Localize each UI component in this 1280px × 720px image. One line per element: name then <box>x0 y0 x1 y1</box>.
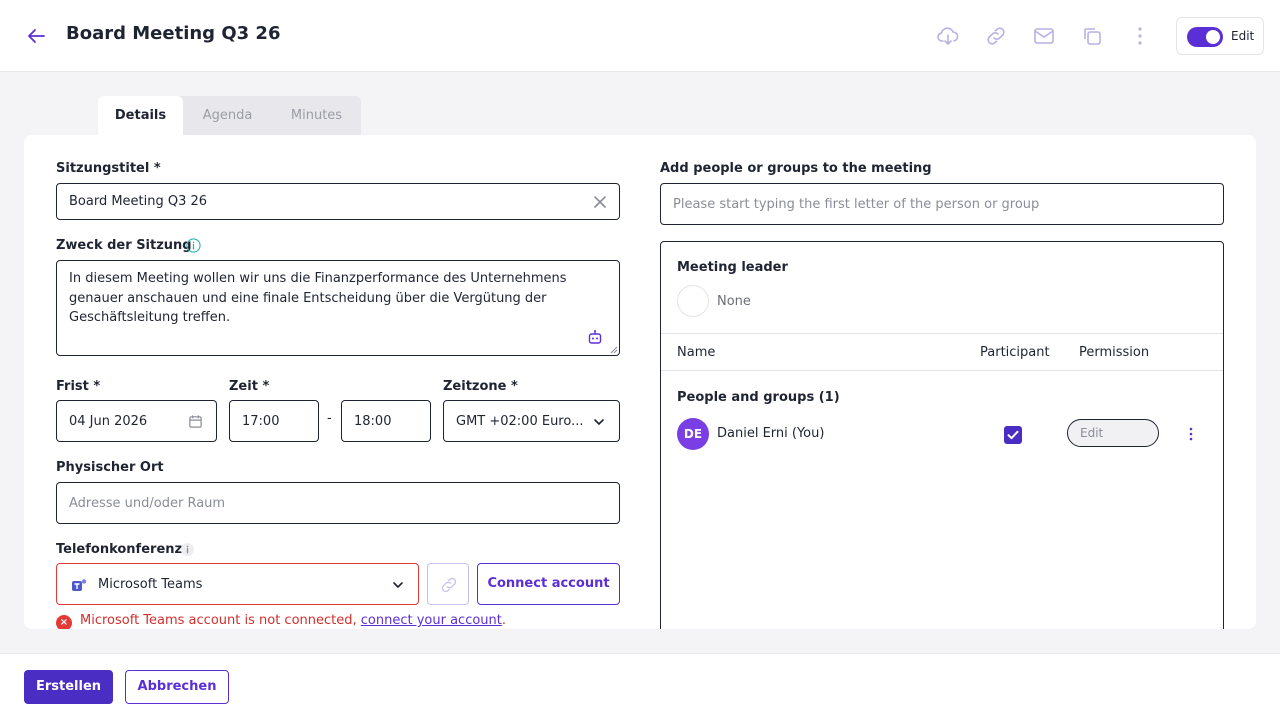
time-label: Zeit * <box>229 379 270 394</box>
column-header-permission: Permission <box>1079 345 1150 360</box>
deadline-date-value: 04 Jun 2026 <box>69 414 148 429</box>
ai-assistant-icon[interactable] <box>587 329 603 345</box>
edit-toggle-label: Edit <box>1231 29 1255 43</box>
permission-select[interactable]: Edit <box>1067 419 1159 447</box>
title-input-value: Board Meeting Q3 26 <box>69 194 208 209</box>
conference-provider-value: Microsoft Teams <box>98 577 203 592</box>
add-people-label: Add people or groups to the meeting <box>660 161 932 176</box>
start-time-input[interactable]: 17:00 <box>229 400 319 442</box>
tab-details[interactable]: Details <box>98 96 183 136</box>
info-icon[interactable] <box>186 238 201 253</box>
resize-handle-icon[interactable] <box>610 346 618 354</box>
more-vertical-icon[interactable] <box>1128 24 1152 48</box>
deadline-date-input[interactable]: 04 Jun 2026 <box>56 400 217 442</box>
create-button[interactable]: Erstellen <box>24 670 113 704</box>
cloud-download-icon[interactable] <box>936 24 960 48</box>
start-time-value: 17:00 <box>242 414 280 429</box>
toggle-switch[interactable] <box>1187 27 1223 47</box>
end-time-value: 18:00 <box>354 414 392 429</box>
time-separator: - <box>327 411 332 426</box>
people-groups-heading: People and groups (1) <box>677 390 840 405</box>
conference-link-button[interactable] <box>427 563 469 605</box>
calendar-icon[interactable] <box>188 414 203 429</box>
cancel-button[interactable]: Abbrechen <box>125 670 229 704</box>
title-input[interactable]: Board Meeting Q3 26 <box>56 183 620 220</box>
conference-label: Telefonkonferenz <box>56 542 183 557</box>
people-search-input[interactable]: Please start typing the first letter of … <box>660 183 1224 225</box>
location-placeholder: Adresse und/oder Raum <box>69 496 226 511</box>
edit-mode-toggle[interactable]: Edit <box>1176 17 1264 55</box>
page-header: Board Meeting Q3 26 Edit <box>0 0 1280 72</box>
timezone-label: Zeitzone * <box>443 379 518 394</box>
conference-provider-select[interactable]: Microsoft Teams <box>56 563 419 605</box>
error-text: Microsoft Teams account is not connected… <box>80 613 361 628</box>
column-header-name: Name <box>677 345 716 360</box>
purpose-text: In diesem Meeting wollen wir uns die Fin… <box>69 271 567 325</box>
divider <box>661 333 1223 334</box>
leader-avatar-placeholder[interactable] <box>677 285 709 317</box>
more-vertical-icon[interactable] <box>1183 426 1199 442</box>
info-icon[interactable] <box>180 542 195 557</box>
end-time-input[interactable]: 18:00 <box>341 400 431 442</box>
people-search-placeholder: Please start typing the first letter of … <box>673 197 1040 212</box>
clear-icon[interactable] <box>593 195 607 209</box>
chevron-down-icon <box>594 419 604 426</box>
timezone-select[interactable]: GMT +02:00 Euro... <box>443 400 620 442</box>
toggle-knob <box>1206 30 1220 44</box>
teams-icon <box>72 579 87 591</box>
copy-icon[interactable] <box>1080 24 1104 48</box>
purpose-label: Zweck der Sitzung <box>56 238 192 253</box>
purpose-textarea[interactable]: In diesem Meeting wollen wir uns die Fin… <box>56 260 620 356</box>
tab-bar: Details Agenda Minutes <box>98 96 361 136</box>
link-icon <box>441 577 457 593</box>
page-title: Board Meeting Q3 26 <box>66 23 281 44</box>
title-label: Sitzungstitel * <box>56 161 161 176</box>
footer-bar: Erstellen Abbrechen <box>0 653 1280 720</box>
chevron-down-icon <box>393 582 403 589</box>
divider <box>661 370 1223 371</box>
deadline-label: Frist * <box>56 379 101 394</box>
avatar: DE <box>677 418 709 450</box>
mail-icon[interactable] <box>1032 24 1056 48</box>
participants-panel: Meeting leader None Name Participant Per… <box>660 241 1224 629</box>
error-icon: × <box>56 615 72 629</box>
column-header-participant: Participant <box>980 345 1050 360</box>
timezone-value: GMT +02:00 Euro... <box>456 414 584 429</box>
meeting-leader-value: None <box>717 294 751 309</box>
meeting-leader-label: Meeting leader <box>677 260 788 275</box>
check-icon <box>1007 430 1019 440</box>
location-label: Physischer Ort <box>56 460 164 475</box>
tab-agenda[interactable]: Agenda <box>183 96 272 136</box>
connect-account-button[interactable]: Connect account <box>477 563 620 605</box>
link-icon[interactable] <box>984 24 1008 48</box>
back-arrow-icon[interactable] <box>24 24 48 48</box>
conference-error-message: Microsoft Teams account is not connected… <box>80 613 506 628</box>
tab-minutes[interactable]: Minutes <box>272 96 361 136</box>
connect-account-link[interactable]: connect your account <box>361 613 502 628</box>
location-input[interactable]: Adresse und/oder Raum <box>56 482 620 524</box>
participant-name: Daniel Erni (You) <box>717 426 825 441</box>
details-card: Sitzungstitel * Board Meeting Q3 26 Zwec… <box>24 135 1256 629</box>
participant-checkbox[interactable] <box>1004 426 1022 444</box>
error-suffix: . <box>501 613 507 628</box>
